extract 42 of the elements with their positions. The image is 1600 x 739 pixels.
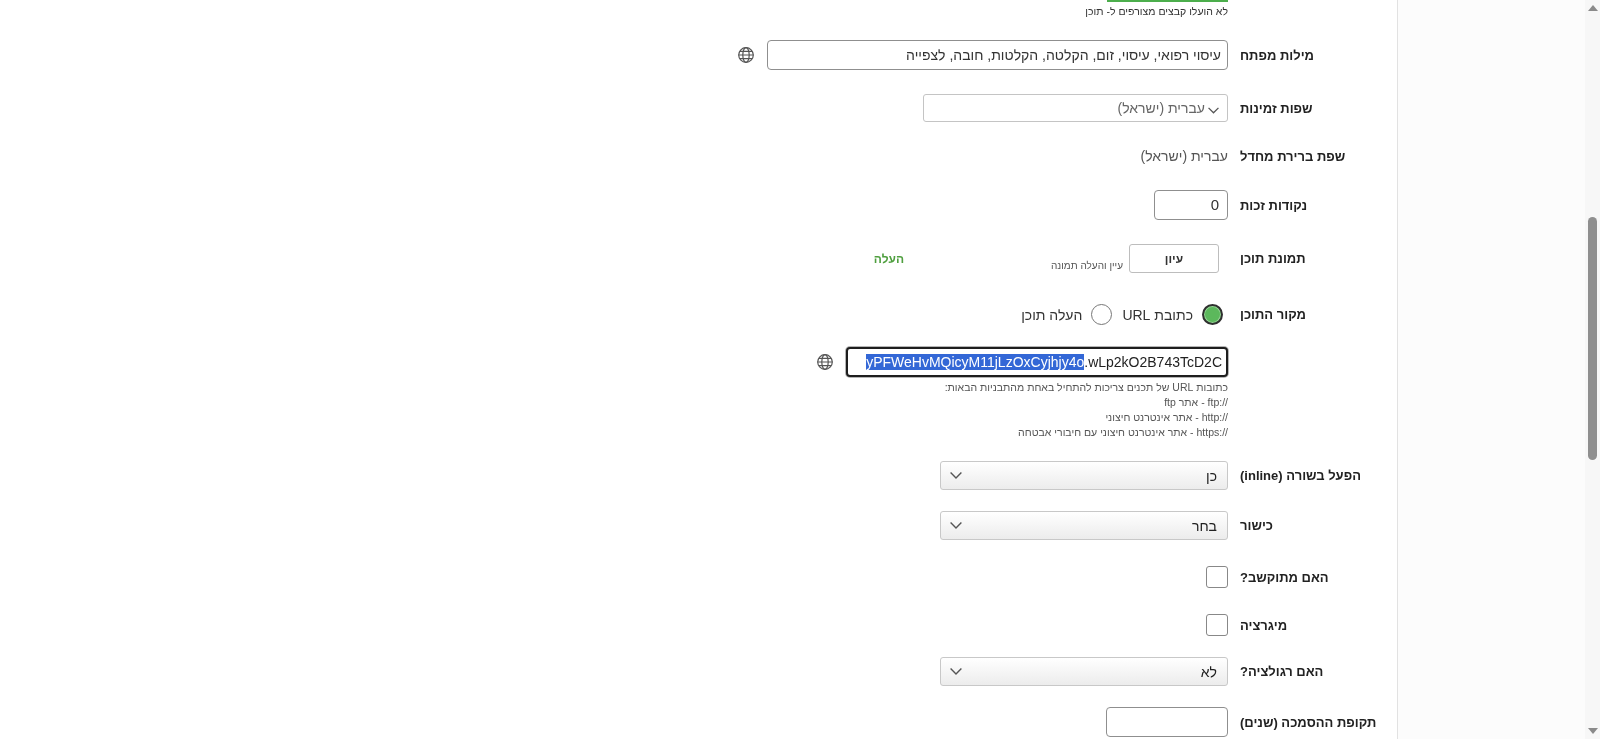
field-label: כישור	[1240, 517, 1274, 534]
browse-button[interactable]: עיון	[1129, 244, 1219, 273]
field-label: נקודות זכות	[1240, 196, 1309, 214]
hint-text: עיין והעלה תמונה	[1051, 260, 1123, 272]
number-field[interactable]: 0	[1154, 190, 1228, 220]
field-label: מקור התוכן	[1240, 306, 1307, 323]
globe-icon[interactable]	[817, 354, 833, 370]
chevron-down-icon	[950, 522, 962, 529]
checkbox[interactable]	[1206, 566, 1228, 588]
dropdown[interactable]: בחר	[940, 511, 1228, 540]
scroll-down-icon[interactable]	[1588, 728, 1598, 734]
chevron-down-icon	[950, 668, 962, 675]
radio-button[interactable]	[1202, 304, 1223, 325]
field-label: מיגרציה	[1240, 616, 1289, 634]
scrollbar-thumb[interactable]	[1588, 217, 1597, 460]
note-text: לא הועלו קבצים מצורפים ל- תוכן	[1085, 5, 1228, 18]
dropdown[interactable]: כן	[940, 461, 1228, 490]
multi-select-dropdown[interactable]: עברית (ישראל)	[923, 94, 1228, 122]
field-label: שפת ברירת מחדל	[1240, 147, 1347, 165]
radio-label[interactable]: כתובת URL	[1122, 306, 1193, 323]
chevron-down-icon	[950, 472, 962, 479]
dropdown[interactable]: לא	[940, 657, 1228, 686]
url-field[interactable]: yPFWeHvMQicyM11jLzOxCyjhjy4o.wLp2kO2B743TcD2C	[846, 347, 1228, 377]
selected-text: yPFWeHvMQicyM11jLzOxCyjhjy4o	[866, 354, 1085, 370]
radio-label[interactable]: העלה תוכן	[1021, 306, 1083, 323]
text-field[interactable]: עיסוי רפואי, עיסוי, זום, הקלטה, הקלטות, חובה, לצפייה	[767, 40, 1228, 70]
scrollbar[interactable]	[1585, 0, 1600, 739]
radio-button[interactable]	[1091, 304, 1113, 325]
field-label: הפעל בשורה (inline)	[1240, 467, 1362, 484]
field-value: עברית (ישראל)	[1140, 147, 1228, 166]
globe-icon[interactable]	[738, 47, 754, 63]
field-label: מילות מפתח	[1240, 46, 1315, 64]
field-label: האם רגולציה?	[1240, 663, 1325, 680]
field-label: תמונת תוכן	[1240, 250, 1307, 267]
field-label: תקופת ההסמכה (שנים)	[1240, 713, 1378, 731]
scroll-up-icon[interactable]	[1588, 5, 1598, 11]
checkbox[interactable]	[1206, 614, 1228, 636]
help-text: כתובות URL של תכנים צריכות להתחיל באחת מהתבניות הבאות:	[944, 380, 1228, 395]
field-label: שפות זמינות	[1240, 99, 1314, 117]
number-field[interactable]	[1106, 707, 1228, 737]
chevron-down-icon	[1208, 106, 1219, 114]
field-label: האם מתוקשב?	[1240, 568, 1330, 586]
